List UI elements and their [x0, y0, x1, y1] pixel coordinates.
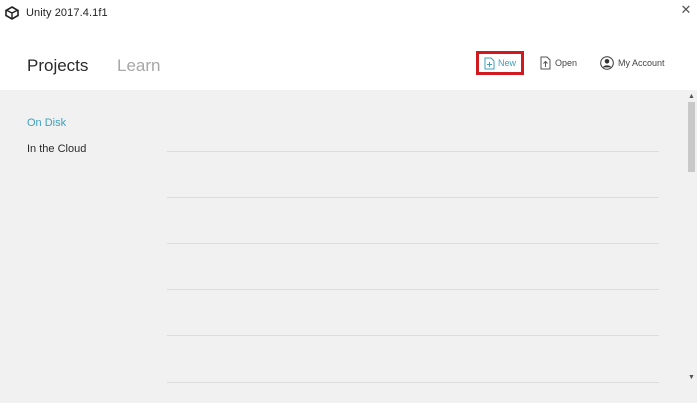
project-list-divider — [167, 382, 659, 383]
vertical-scrollbar[interactable]: ▲ ▼ — [686, 90, 697, 403]
scroll-down-icon[interactable]: ▼ — [686, 373, 697, 383]
my-account-button[interactable]: My Account — [600, 52, 665, 74]
header: Projects Learn New Open My Account — [0, 28, 697, 92]
sidebar-item-on-disk[interactable]: On Disk — [27, 117, 66, 129]
new-file-icon — [484, 57, 495, 69]
projects-panel: On Disk In the Cloud ▲ ▼ — [0, 90, 697, 403]
project-list-divider — [167, 197, 659, 198]
project-list-divider — [167, 151, 659, 152]
sidebar-item-in-the-cloud[interactable]: In the Cloud — [27, 143, 86, 155]
open-project-button[interactable]: Open — [540, 52, 577, 74]
open-file-icon — [540, 56, 551, 70]
project-list-divider — [167, 289, 659, 290]
unity-logo-icon — [5, 6, 19, 20]
project-list-divider — [167, 335, 659, 336]
scroll-up-icon[interactable]: ▲ — [686, 92, 697, 102]
my-account-label: My Account — [618, 58, 665, 68]
window-title: Unity 2017.4.1f1 — [26, 7, 108, 19]
title-bar: Unity 2017.4.1f1 ✕ — [0, 0, 697, 28]
tab-learn[interactable]: Learn — [117, 56, 160, 76]
new-button-label: New — [497, 58, 516, 68]
open-button-label: Open — [555, 58, 578, 68]
project-list-divider — [167, 243, 659, 244]
new-project-button[interactable]: New — [476, 51, 524, 75]
user-avatar-icon — [600, 56, 614, 70]
scrollbar-thumb[interactable] — [688, 102, 695, 172]
tab-projects[interactable]: Projects — [27, 56, 88, 76]
close-icon[interactable]: ✕ — [678, 2, 694, 18]
